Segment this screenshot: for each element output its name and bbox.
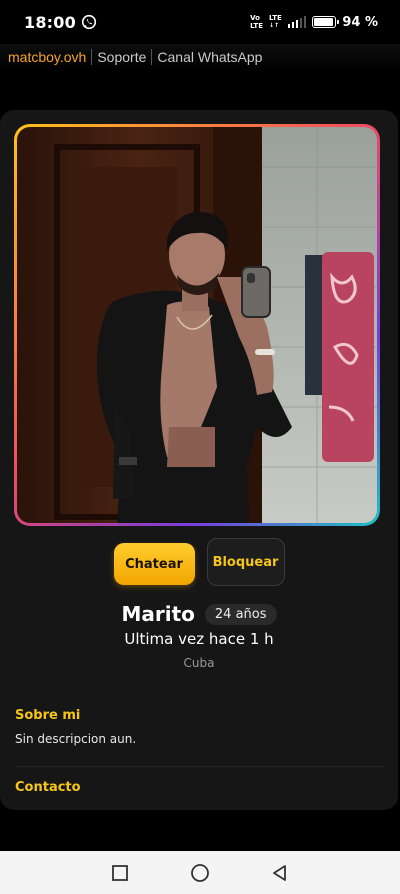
volte-indicator: Vo LTE (250, 14, 263, 30)
name-row: Marito 24 años (0, 602, 398, 626)
profile-photo-image (17, 127, 377, 523)
status-left: 18:00 (24, 13, 97, 32)
profile-photo[interactable] (17, 127, 377, 523)
whatsapp-channel-link[interactable]: Canal WhatsApp (157, 49, 262, 65)
age-badge: 24 años (204, 603, 277, 625)
section-divider (15, 766, 383, 767)
circle-icon[interactable] (190, 863, 210, 883)
block-button[interactable]: Bloquear (206, 538, 285, 586)
status-bar: 18:00 Vo LTE LTE ↓↑ 94 % (0, 0, 400, 44)
brand-link[interactable]: matcboy.ovh (8, 49, 86, 65)
signal-icon (287, 16, 307, 28)
about-title: Sobre mi (15, 708, 81, 723)
profile-photo-frame (14, 124, 380, 526)
battery-fill (314, 18, 334, 26)
whatsapp-icon (81, 14, 97, 30)
square-icon[interactable] (111, 864, 129, 882)
action-buttons: Chatear Bloquear (0, 538, 398, 586)
chat-button[interactable]: Chatear (113, 543, 195, 585)
battery-icon (312, 16, 340, 28)
profile-card: Chatear Bloquear Marito 24 años Ultima v… (0, 110, 398, 810)
battery-percent: 94 % (342, 14, 378, 30)
location: Cuba (183, 656, 215, 670)
lte-indicator: LTE ↓↑ (268, 14, 282, 29)
status-right: Vo LTE LTE ↓↑ 94 % (250, 14, 378, 30)
about-text: Sin descripcion aun. (15, 732, 137, 746)
clock: 18:00 (24, 12, 76, 32)
support-link[interactable]: Soporte (97, 49, 146, 65)
contact-title: Contacto (15, 780, 81, 795)
triangle-back-icon[interactable] (271, 864, 289, 882)
nav-divider (91, 49, 93, 65)
nav-divider (151, 49, 153, 65)
top-nav: matcboy.ovh Soporte Canal WhatsApp (0, 44, 400, 70)
profile-name: Marito (121, 602, 195, 626)
system-nav-bar (0, 851, 400, 894)
last-seen: Ultima vez hace 1 h (124, 630, 274, 648)
